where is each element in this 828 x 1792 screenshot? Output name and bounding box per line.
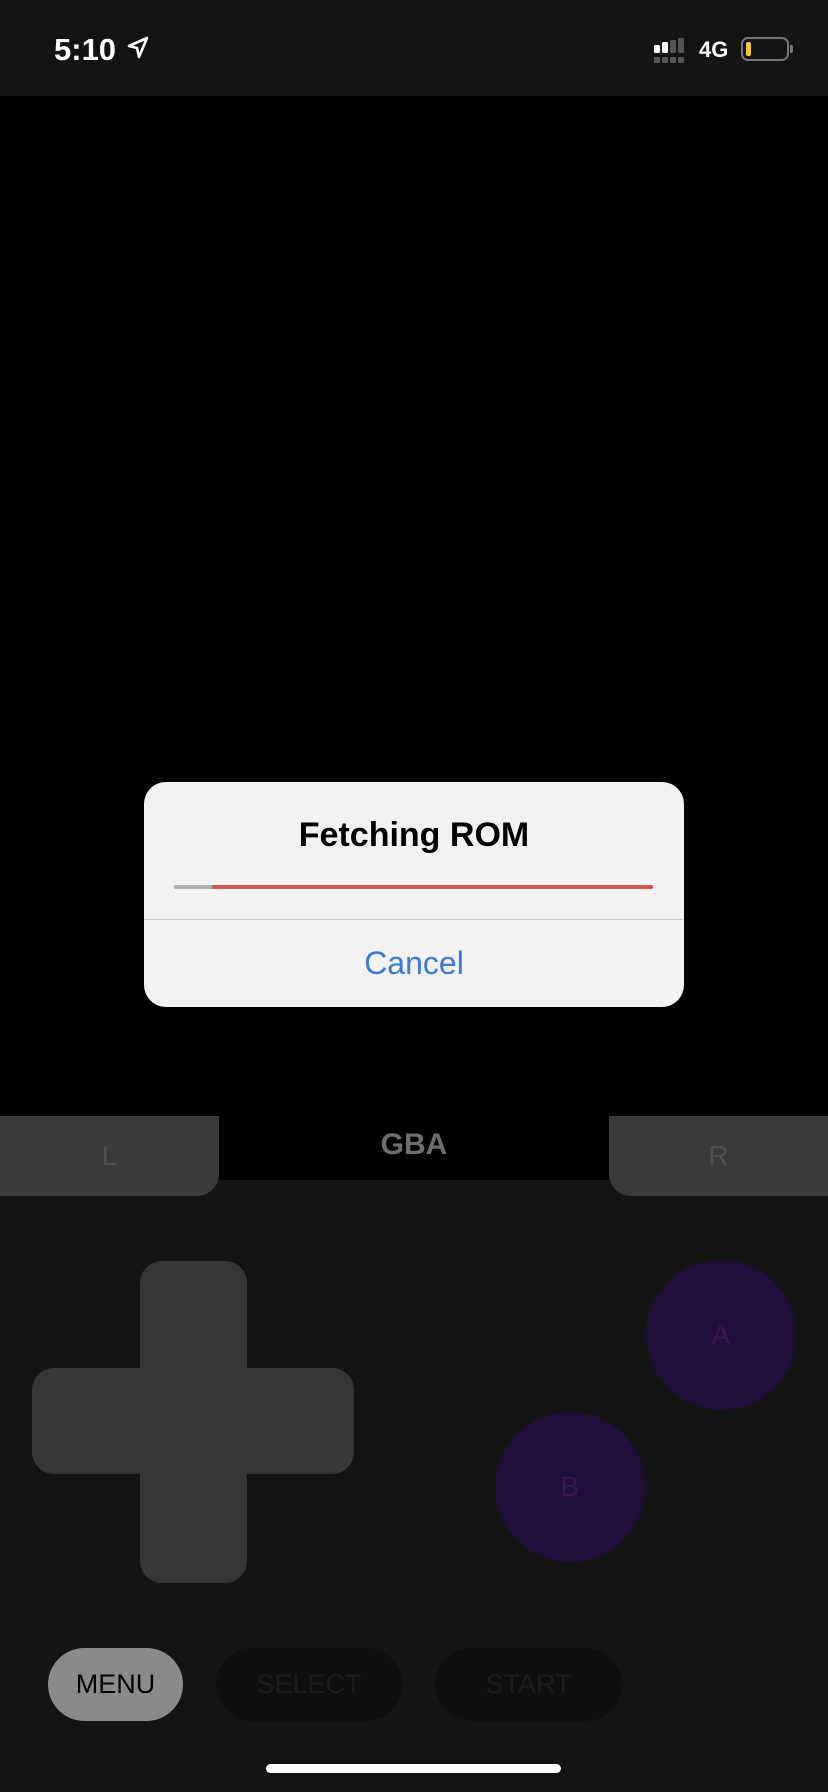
home-indicator[interactable] — [266, 1764, 561, 1773]
menu-button[interactable]: MENU — [48, 1648, 183, 1721]
fetching-rom-dialog: Fetching ROM Cancel — [144, 782, 684, 1007]
system-label: GBA — [380, 1128, 448, 1161]
start-button[interactable]: START — [435, 1648, 622, 1721]
signal-icon — [654, 38, 684, 63]
status-time: 5:10 — [54, 32, 117, 67]
location-arrow-icon — [127, 36, 149, 59]
battery-icon — [741, 37, 789, 61]
network-type: 4G — [699, 37, 729, 62]
dialog-title: Fetching ROM — [298, 816, 530, 854]
progress-fill — [212, 885, 653, 889]
r-shoulder-button[interactable]: R — [609, 1116, 828, 1196]
cancel-button[interactable]: Cancel — [144, 920, 684, 1007]
battery-tip — [790, 45, 793, 53]
select-button[interactable]: SELECT — [216, 1648, 402, 1721]
dpad-horizontal[interactable] — [32, 1368, 354, 1474]
b-button[interactable]: B — [495, 1412, 645, 1562]
a-button[interactable]: A — [646, 1260, 796, 1410]
l-shoulder-button[interactable]: L — [0, 1116, 219, 1196]
status-bar: 5:10 4G — [0, 0, 828, 96]
progress-bar — [174, 885, 653, 889]
